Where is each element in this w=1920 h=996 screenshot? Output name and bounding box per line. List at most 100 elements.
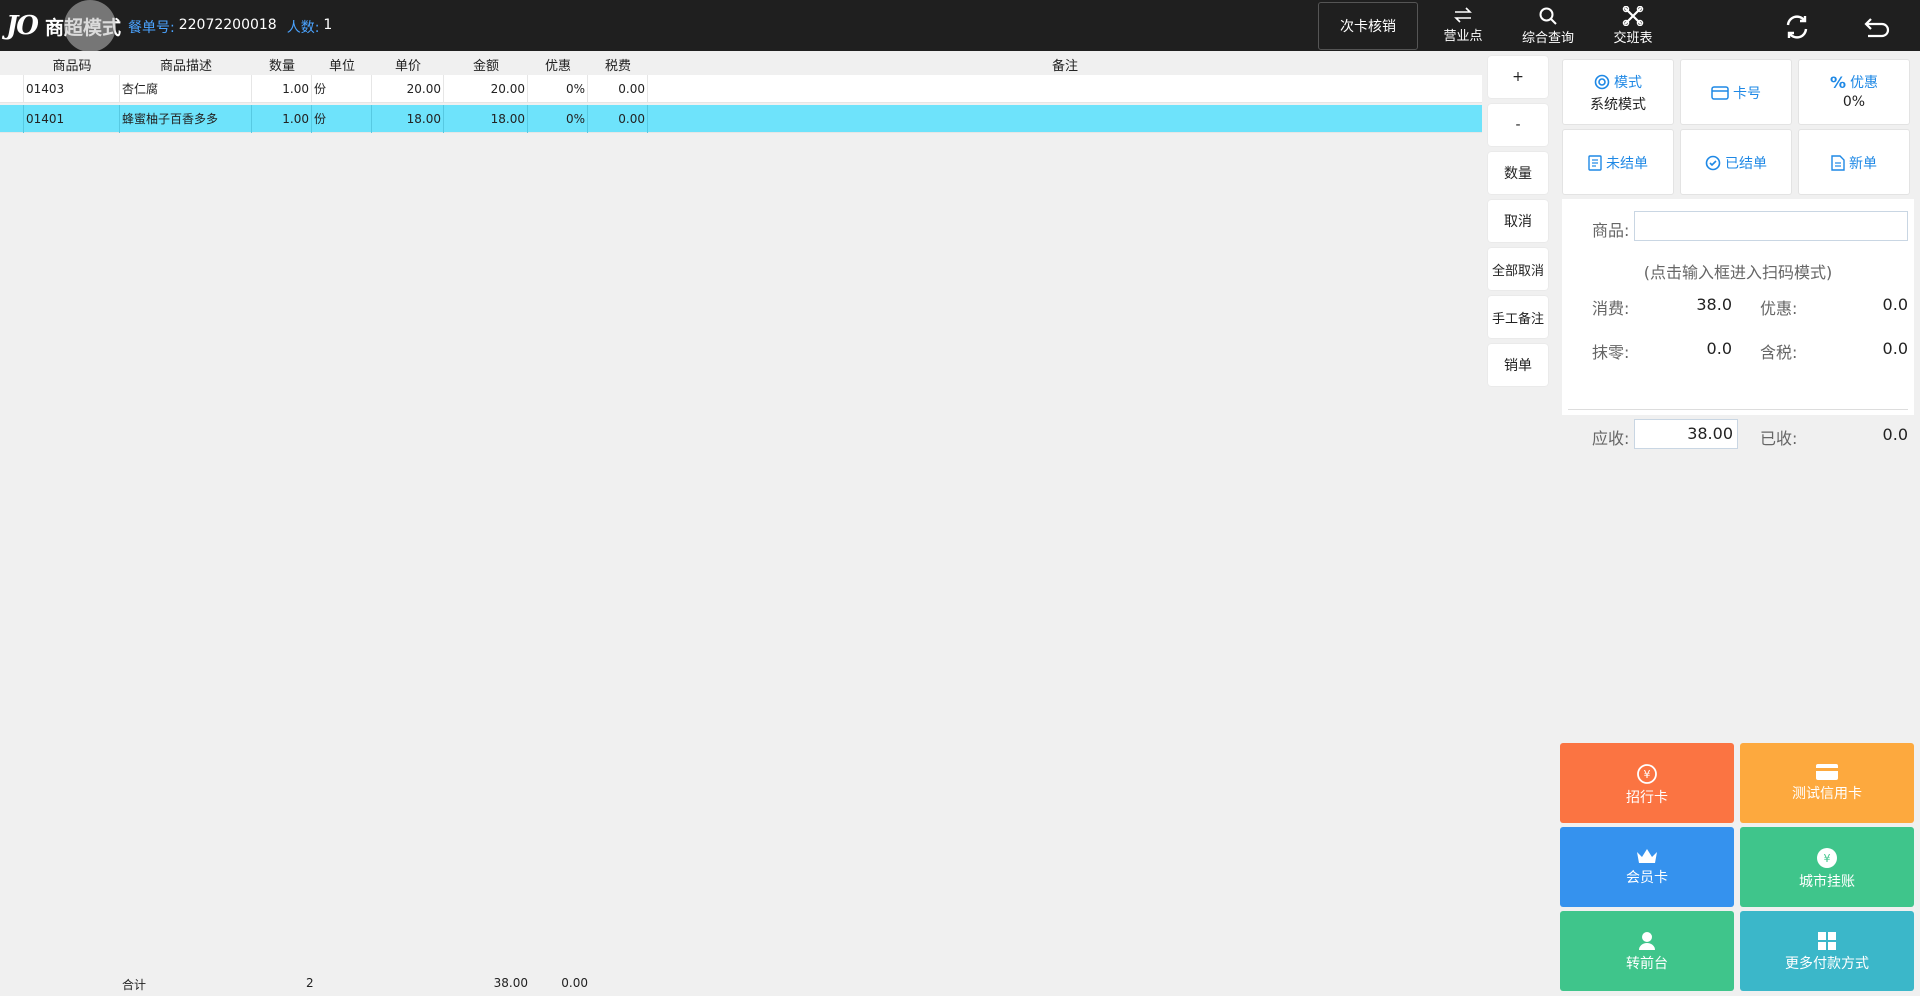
refresh-icon[interactable] — [1782, 12, 1812, 42]
cell-discount: 0% — [528, 105, 588, 133]
circle-icon — [1594, 74, 1610, 90]
top-bar: JO 商超模式 餐单号: 22072200018 人数: 1 次卡核销 营业点 … — [0, 0, 1920, 52]
product-label: 商品: — [1592, 221, 1630, 240]
mode-tile[interactable]: 模式 系统模式 — [1562, 59, 1674, 125]
query-label: 综合查询 — [1521, 31, 1574, 46]
decrease-button[interactable]: - — [1488, 104, 1548, 146]
swap-icon — [1454, 7, 1472, 23]
quantity-button[interactable]: 数量 — [1488, 152, 1548, 194]
order-table: 商品码 商品描述 数量 单位 单价 金额 优惠 税费 备注 01403 杏仁腐 … — [0, 51, 1482, 996]
total-amount: 38.00 — [493, 976, 528, 990]
table-header: 商品码 商品描述 数量 单位 单价 金额 优惠 税费 备注 — [0, 51, 1482, 75]
pay-test-credit-label: 测试信用卡 — [1792, 786, 1862, 802]
cell-unit: 份 — [312, 75, 372, 103]
svg-text:¥: ¥ — [1824, 852, 1831, 865]
tax-included-value: 0.0 — [1882, 339, 1908, 358]
card-verify-button[interactable]: 次卡核销 — [1318, 2, 1418, 50]
new-order-tile[interactable]: 新单 — [1798, 129, 1910, 195]
col-unit: 单位 — [328, 59, 355, 74]
cancel-all-button[interactable]: 全部取消 — [1488, 248, 1548, 290]
cell-tax: 0.00 — [588, 105, 648, 133]
new-order-label: 新单 — [1849, 156, 1877, 172]
mode-label: 模式 — [1614, 75, 1642, 91]
increase-button[interactable]: + — [1488, 56, 1548, 98]
consume-value: 38.0 — [1696, 295, 1732, 314]
cell-amount: 20.00 — [444, 75, 528, 103]
people-label: 人数: — [286, 20, 320, 36]
pay-to-front-desk-button[interactable]: 转前台 — [1560, 911, 1734, 991]
people-count: 1 — [323, 17, 333, 33]
amount-paid-label: 已收: — [1760, 429, 1798, 448]
cancel-button[interactable]: 取消 — [1488, 200, 1548, 242]
col-discount: 优惠 — [544, 59, 571, 74]
cell-desc: 蜂蜜柚子百香多多 — [120, 105, 252, 133]
rounding-value: 0.0 — [1706, 339, 1732, 358]
cell-amount: 18.00 — [444, 105, 528, 133]
cell-tax: 0.00 — [588, 75, 648, 103]
cell-price: 20.00 — [372, 75, 444, 103]
doc-icon — [1588, 155, 1602, 171]
scan-hint: (点击输入框进入扫码模式) — [1643, 263, 1833, 282]
pay-member-card-button[interactable]: 会员卡 — [1560, 827, 1734, 907]
discount-label: 优惠: — [1760, 299, 1798, 318]
pay-cmb-card-label: 招行卡 — [1626, 790, 1668, 806]
shift-report-button[interactable]: 交班表 — [1598, 4, 1668, 48]
amount-due-field[interactable]: 38.00 — [1634, 419, 1738, 449]
order-number-label: 餐单号: — [128, 20, 175, 36]
discount-tile[interactable]: % 优惠 0% — [1798, 59, 1910, 125]
discount-tile-label: 优惠 — [1850, 75, 1879, 91]
cell-code: 01401 — [24, 105, 120, 133]
logo-mark: JO — [6, 11, 39, 41]
col-price: 单价 — [394, 59, 421, 74]
cell-price: 18.00 — [372, 105, 444, 133]
cell-qty: 1.00 — [252, 75, 312, 103]
pay-city-credit-button[interactable]: ¥ 城市挂账 — [1740, 827, 1914, 907]
col-qty: 数量 — [268, 59, 295, 74]
cell-unit: 份 — [312, 105, 372, 133]
new-doc-icon — [1831, 155, 1845, 171]
svg-text:¥: ¥ — [1644, 768, 1651, 781]
void-order-button[interactable]: 销单 — [1488, 344, 1548, 386]
more-payments-label: 更多付款方式 — [1785, 956, 1869, 972]
table-row[interactable]: 01403 杏仁腐 1.00 份 20.00 20.00 0% 0.00 — [0, 75, 1482, 103]
manual-note-button[interactable]: 手工备注 — [1488, 296, 1548, 338]
product-input[interactable] — [1634, 211, 1908, 241]
total-discount: 0.00 — [561, 976, 588, 990]
cell-desc: 杏仁腐 — [120, 75, 252, 103]
crossed-tools-icon — [1622, 6, 1644, 26]
cell-qty: 1.00 — [252, 105, 312, 133]
credit-card-icon — [1816, 764, 1838, 780]
cell-note — [648, 75, 1482, 103]
query-button[interactable]: 综合查询 — [1513, 4, 1583, 48]
search-icon — [1539, 7, 1557, 25]
tax-included-label: 含税: — [1760, 343, 1798, 362]
checkout-panel: 模式 系统模式 卡号 % 优惠 0% 未结单 已结单 新单 商品: (点击输入框进… — [1556, 51, 1920, 996]
crown-icon — [1637, 849, 1657, 863]
table-row-selected[interactable]: 01401 蜂蜜柚子百香多多 1.00 份 18.00 18.00 0% 0.0… — [0, 105, 1482, 133]
pay-city-credit-label: 城市挂账 — [1799, 874, 1855, 890]
discount-tile-value: 0% — [1842, 94, 1866, 110]
pay-cmb-card-button[interactable]: ¥ 招行卡 — [1560, 743, 1734, 823]
card-tile[interactable]: 卡号 — [1680, 59, 1792, 125]
col-note: 备注 — [1051, 59, 1078, 74]
pay-to-front-desk-label: 转前台 — [1626, 956, 1668, 972]
open-orders-tile[interactable]: 未结单 — [1562, 129, 1674, 195]
back-icon[interactable] — [1862, 12, 1892, 42]
summary-divider — [1568, 409, 1908, 410]
grid-icon — [1818, 932, 1836, 950]
order-info: 餐单号: 22072200018 人数: 1 — [128, 17, 338, 37]
pay-test-credit-button[interactable]: 测试信用卡 — [1740, 743, 1914, 823]
consume-label: 消费: — [1592, 299, 1630, 318]
app-logo: JO 商超模式 — [6, 0, 121, 52]
shift-report-label: 交班表 — [1613, 31, 1653, 46]
business-point-button[interactable]: 营业点 — [1428, 4, 1498, 48]
rounding-label: 抹零: — [1592, 343, 1630, 362]
cell-note — [648, 105, 1482, 133]
col-amount: 金额 — [472, 59, 499, 74]
settled-orders-tile[interactable]: 已结单 — [1680, 129, 1792, 195]
card-label: 卡号 — [1733, 86, 1761, 102]
mode-value: 系统模式 — [1590, 97, 1646, 113]
amount-paid-value: 0.0 — [1882, 425, 1908, 444]
checkout-summary: 商品: (点击输入框进入扫码模式) 消费: 38.0 优惠: 0.0 抹零: 0… — [1562, 199, 1914, 449]
more-payments-button[interactable]: 更多付款方式 — [1740, 911, 1914, 991]
